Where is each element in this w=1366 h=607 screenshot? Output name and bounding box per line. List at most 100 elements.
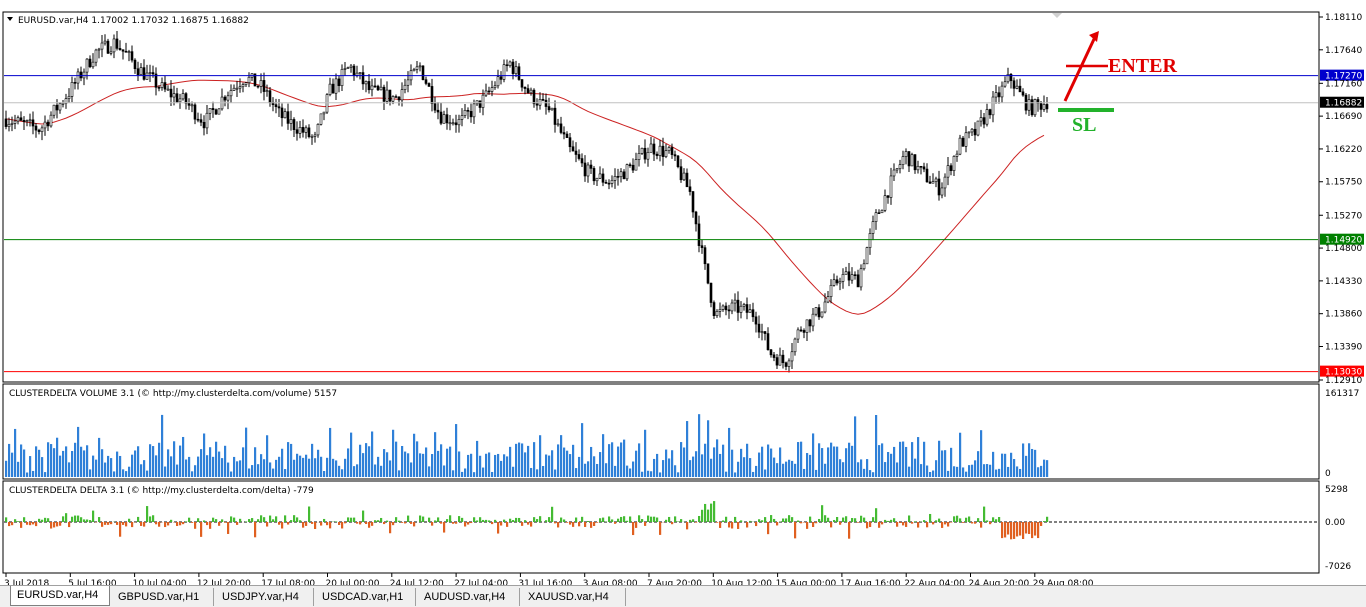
candle-body	[868, 233, 872, 248]
volume-bar	[827, 447, 830, 477]
delta-bar	[608, 516, 611, 522]
candle-body	[922, 166, 926, 170]
delta-bar	[527, 522, 530, 525]
volume-bar	[410, 462, 413, 477]
candle-body	[22, 120, 26, 122]
volume-bar	[89, 469, 92, 477]
volume-bar	[50, 444, 53, 477]
enter-label: ENTER	[1108, 55, 1177, 77]
delta-bar	[476, 520, 479, 522]
volume-bar	[512, 466, 515, 477]
volume-bar	[860, 459, 863, 477]
volume-bar	[110, 458, 113, 477]
candle-body	[508, 61, 512, 67]
delta-bar	[149, 516, 152, 522]
delta-axis-zero: 0.00	[1325, 518, 1345, 528]
volume-bar	[491, 471, 494, 477]
candle-body	[76, 71, 80, 84]
candle-body	[328, 83, 332, 95]
candle-body	[844, 271, 848, 275]
tab-usdcad-h1[interactable]: USDCAD.var,H1	[316, 588, 416, 606]
candle-body	[643, 147, 647, 160]
delta-bar	[695, 522, 698, 523]
candle-body	[928, 181, 932, 184]
tab-gbpusd-h1[interactable]: GBPUSD.var,H1	[112, 588, 214, 606]
delta-bar	[611, 519, 614, 522]
delta-bar	[176, 522, 179, 526]
candle-body	[703, 247, 707, 265]
volume-bar	[701, 454, 704, 477]
volume-bar	[545, 454, 548, 477]
volume-bar	[656, 453, 659, 477]
candle-body	[811, 313, 815, 327]
candle-body	[295, 129, 299, 134]
candle-body	[364, 81, 368, 85]
volume-bar	[1043, 459, 1046, 477]
delta-axis-bottom: -7026	[1325, 562, 1351, 572]
candle-body	[91, 61, 95, 68]
candle-body	[997, 92, 1001, 98]
delta-bar	[629, 516, 632, 522]
volume-bar	[344, 458, 347, 477]
delta-bar	[11, 522, 14, 526]
candle-body	[31, 119, 35, 127]
delta-bar	[227, 522, 230, 534]
delta-bar	[938, 518, 941, 522]
candle-body	[799, 329, 803, 332]
volume-bar	[770, 448, 773, 477]
delta-bar	[797, 520, 800, 522]
candle-body	[202, 121, 206, 129]
volume-bar	[158, 442, 161, 477]
candle-body	[112, 38, 116, 53]
delta-bar	[377, 520, 380, 522]
trading-chart[interactable]: 1.172701.168821.149201.13030 1.181101.17…	[0, 0, 1366, 607]
tab-usdjpy-h4[interactable]: USDJPY.var,H4	[216, 588, 314, 606]
candle-body	[682, 172, 686, 181]
volume-bar	[281, 448, 284, 477]
candle-body	[454, 122, 458, 126]
candle-body	[376, 85, 380, 91]
volume-bar	[902, 441, 905, 477]
volume-bar	[782, 463, 785, 477]
volume-bar	[473, 472, 476, 477]
volume-bar	[923, 441, 926, 477]
candle-body	[955, 153, 959, 157]
delta-bar	[1010, 522, 1013, 540]
volume-bar	[386, 452, 389, 477]
volume-bar	[77, 426, 80, 477]
delta-bar	[335, 521, 338, 522]
candle-body	[283, 111, 287, 119]
price-axis-label: 1.18110	[1325, 13, 1362, 23]
candle-body	[541, 99, 545, 101]
volume-bar	[323, 470, 326, 477]
tab-audusd-h4[interactable]: AUDUSD.var,H4	[418, 588, 520, 606]
delta-bar	[137, 516, 140, 522]
volume-bar	[464, 468, 467, 477]
delta-bar	[389, 522, 392, 534]
volume-bar	[38, 449, 41, 477]
candle-body	[859, 268, 863, 288]
delta-bar	[917, 522, 920, 528]
volume-bar	[896, 462, 899, 477]
volume-bar	[569, 454, 572, 477]
candle-body	[919, 165, 923, 168]
volume-bar	[626, 465, 629, 477]
delta-bar	[122, 522, 125, 525]
candle-body	[199, 119, 203, 123]
delta-bar	[515, 517, 518, 522]
volume-bar	[761, 446, 764, 477]
volume-bar	[758, 452, 761, 477]
volume-bar	[740, 448, 743, 477]
delta-bar	[356, 522, 359, 524]
candle-body	[634, 159, 638, 171]
candle-body	[982, 117, 986, 125]
delta-bar	[353, 517, 356, 522]
price-axis-label: 1.16690	[1325, 112, 1362, 122]
candle-body	[37, 129, 41, 132]
volume-bar	[845, 448, 848, 477]
tab-eurusd-h4[interactable]: EURUSD.var,H4	[10, 586, 110, 606]
tab-xauusd-h4[interactable]: XAUUSD.var,H4	[522, 588, 626, 606]
volume-bar	[620, 442, 623, 477]
volume-bar	[725, 471, 728, 477]
delta-bar	[665, 519, 668, 522]
